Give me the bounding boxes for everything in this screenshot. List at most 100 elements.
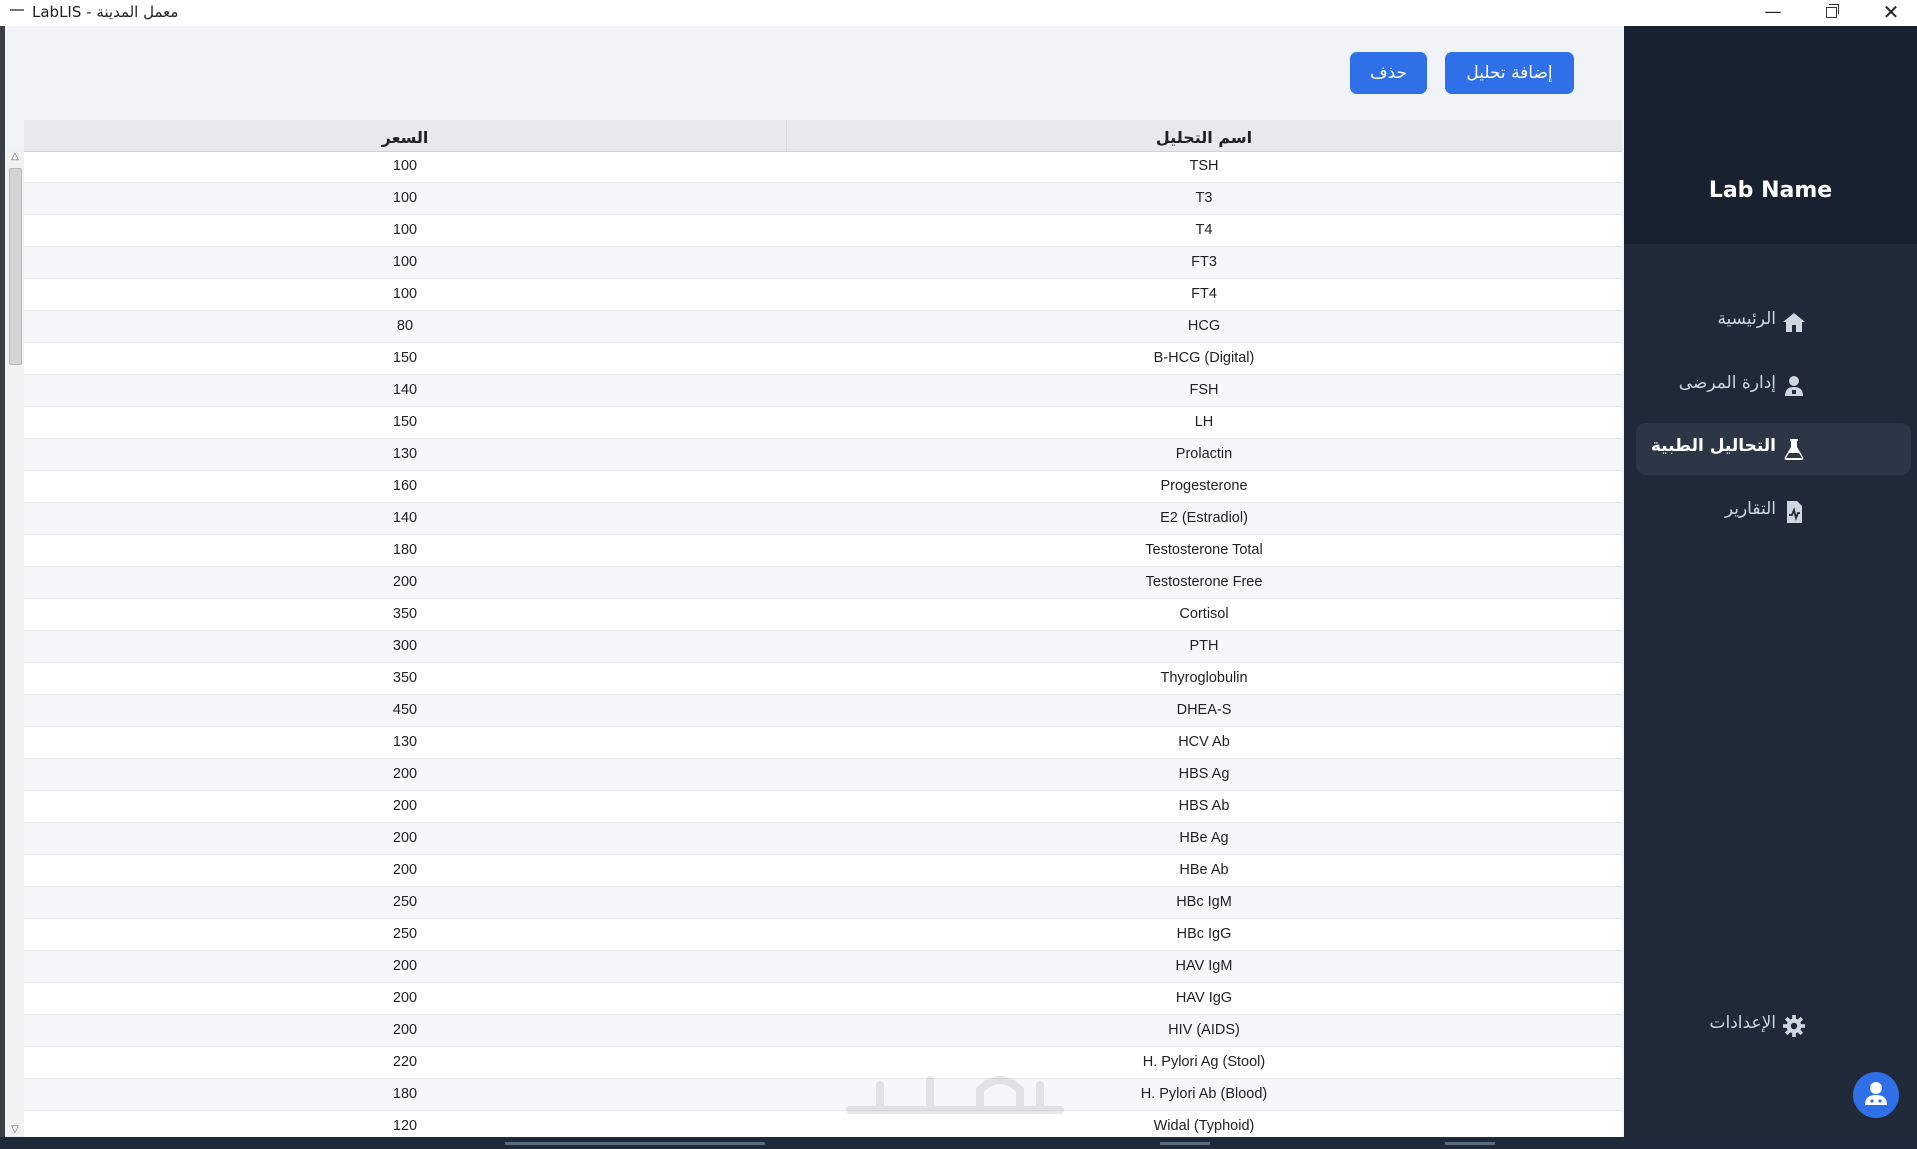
table-row[interactable]: 250 HBc IgM [24, 887, 1622, 919]
test-name-cell: FT4 [1191, 286, 1217, 302]
test-price-cell: 200 [392, 798, 418, 814]
flask-icon [1784, 439, 1804, 460]
brand-name: Lab Name [1708, 178, 1833, 203]
app-icon [10, 9, 24, 17]
table-row[interactable]: 150 LH [24, 407, 1622, 439]
test-price-cell: 180 [392, 1086, 418, 1102]
delete-test-button[interactable]: حذف [1350, 52, 1427, 94]
table-row[interactable]: 100 FT3 [24, 247, 1622, 279]
test-name-cell: HAV IgG [1175, 990, 1233, 1006]
sidebar-item-home[interactable]: الرئيسية [1636, 296, 1911, 348]
test-name-cell: HBS Ab [1178, 798, 1230, 814]
test-price-cell: 140 [392, 510, 418, 526]
table-row[interactable]: 150 B-HCG (Digital) [24, 343, 1622, 375]
test-price-cell: 140 [392, 382, 418, 398]
table-row[interactable]: 120 Widal (Typhoid) [24, 1111, 1622, 1137]
table-row[interactable]: 160 Progesterone [24, 471, 1622, 503]
test-name-cell: HBS Ag [1178, 766, 1230, 782]
table-row[interactable]: 130 HCV Ab [24, 727, 1622, 759]
test-price-cell: 200 [392, 990, 418, 1006]
test-name-cell: HIV (AIDS) [1168, 1022, 1240, 1038]
sidebar-item-patients[interactable]: إدارة المرضى [1636, 360, 1911, 412]
table-row[interactable]: 180 H. Pylori Ab (Blood) [24, 1079, 1622, 1111]
table-row[interactable]: 100 FT4 [24, 279, 1622, 311]
test-name-cell: HBe Ag [1179, 830, 1229, 846]
column-header-test-name[interactable]: اسم التحليل [786, 120, 1622, 151]
test-name-cell: PTH [1189, 638, 1219, 654]
scroll-down-arrow-icon[interactable]: ▽ [6, 1123, 24, 1137]
test-name-cell: E2 (Estradiol) [1160, 510, 1248, 526]
sidebar: Lab Name الرئيسية إدارة المرضى التحاليل … [1624, 26, 1917, 1137]
report-icon [1787, 501, 1802, 523]
test-name-cell: LH [1194, 414, 1214, 430]
table-row[interactable]: 200 HBS Ag [24, 759, 1622, 791]
test-price-cell: 100 [392, 190, 418, 206]
test-name-cell: FSH [1189, 382, 1219, 398]
table-row[interactable]: 100 T3 [24, 183, 1622, 215]
test-name-cell: Cortisol [1179, 606, 1229, 622]
window-title: LabLIS - معمل المدينة [32, 3, 179, 21]
table-row[interactable]: 200 Testosterone Free [24, 567, 1622, 599]
table-row[interactable]: 200 HAV IgG [24, 983, 1622, 1015]
test-name-cell: B-HCG (Digital) [1153, 350, 1255, 366]
table-row[interactable]: 180 Testosterone Total [24, 535, 1622, 567]
scroll-up-arrow-icon[interactable]: △ [6, 150, 24, 164]
table-row[interactable]: 140 FSH [24, 375, 1622, 407]
user-avatar-button[interactable] [1853, 1072, 1899, 1118]
test-price-cell: 300 [392, 638, 418, 654]
test-price-cell: 100 [392, 254, 418, 270]
table-row[interactable]: 350 Thyroglobulin [24, 663, 1622, 695]
test-price-cell: 200 [392, 830, 418, 846]
test-name-cell: T3 [1195, 190, 1213, 206]
sidebar-item-reports[interactable]: التقارير [1636, 486, 1911, 538]
sidebar-item-label: إدارة المرضى [1678, 373, 1776, 393]
test-price-cell: 200 [392, 1022, 418, 1038]
table-row[interactable]: 250 HBc IgG [24, 919, 1622, 951]
table-row[interactable]: 200 HBe Ab [24, 855, 1622, 887]
table-row[interactable]: 200 HAV IgM [24, 951, 1622, 983]
table-body: 100 TSH 100 T3 100 T4 100 FT3 100 FT4 80 HCG 150 B-HC… [24, 151, 1622, 1137]
table-row[interactable]: 140 E2 (Estradiol) [24, 503, 1622, 535]
test-name-cell: HBe Ab [1179, 862, 1229, 878]
table-row[interactable]: 300 PTH [24, 631, 1622, 663]
minimize-button[interactable]: — [1744, 0, 1802, 26]
table-row[interactable]: 130 Prolactin [24, 439, 1622, 471]
table-row[interactable]: 200 HBe Ag [24, 823, 1622, 855]
maximize-button[interactable] [1802, 0, 1860, 26]
home-icon [1783, 313, 1805, 332]
table-header: اسم التحليل السعر [24, 120, 1622, 152]
table-row[interactable]: 220 H. Pylori Ag (Stool) [24, 1047, 1622, 1079]
window-titlebar: LabLIS - معمل المدينة — ✕ [0, 0, 1917, 26]
test-price-cell: 450 [392, 702, 418, 718]
test-price-cell: 220 [392, 1054, 418, 1070]
test-price-cell: 150 [392, 414, 418, 430]
table-row[interactable]: 80 HCG [24, 311, 1622, 343]
table-row[interactable]: 100 TSH [24, 151, 1622, 183]
test-name-cell: Prolactin [1175, 446, 1233, 462]
brand-area: Lab Name [1624, 26, 1917, 244]
sidebar-item-medical-tests[interactable]: التحاليل الطبية [1636, 423, 1911, 475]
sidebar-item-settings[interactable]: الإعدادات [1636, 1000, 1911, 1052]
table-row[interactable]: 200 HIV (AIDS) [24, 1015, 1622, 1047]
test-price-cell: 160 [392, 478, 418, 494]
scroll-thumb[interactable] [9, 168, 22, 365]
table-row[interactable]: 350 Cortisol [24, 599, 1622, 631]
column-header-price[interactable]: السعر [24, 120, 787, 151]
add-test-button[interactable]: إضافة تحليل [1445, 52, 1574, 94]
table-row[interactable]: 100 T4 [24, 215, 1622, 247]
test-name-cell: HAV IgM [1175, 958, 1233, 974]
test-name-cell: Testosterone Free [1145, 574, 1263, 590]
test-price-cell: 130 [392, 446, 418, 462]
test-price-cell: 350 [392, 670, 418, 686]
window-left-edge [0, 26, 5, 1137]
test-price-cell: 120 [392, 1118, 418, 1134]
table-scrollbar[interactable]: △ ▽ [6, 150, 24, 1137]
test-name-cell: HCV Ab [1178, 734, 1230, 750]
table-row[interactable]: 450 DHEA-S [24, 695, 1622, 727]
tests-table: اسم التحليل السعر 100 TSH 100 T3 100 T4 100 FT3… [24, 120, 1622, 1137]
doctor-icon [1865, 1082, 1887, 1105]
test-name-cell: DHEA-S [1176, 702, 1232, 718]
table-row[interactable]: 200 HBS Ab [24, 791, 1622, 823]
close-button[interactable]: ✕ [1862, 0, 1917, 26]
test-name-cell: TSH [1189, 158, 1219, 174]
